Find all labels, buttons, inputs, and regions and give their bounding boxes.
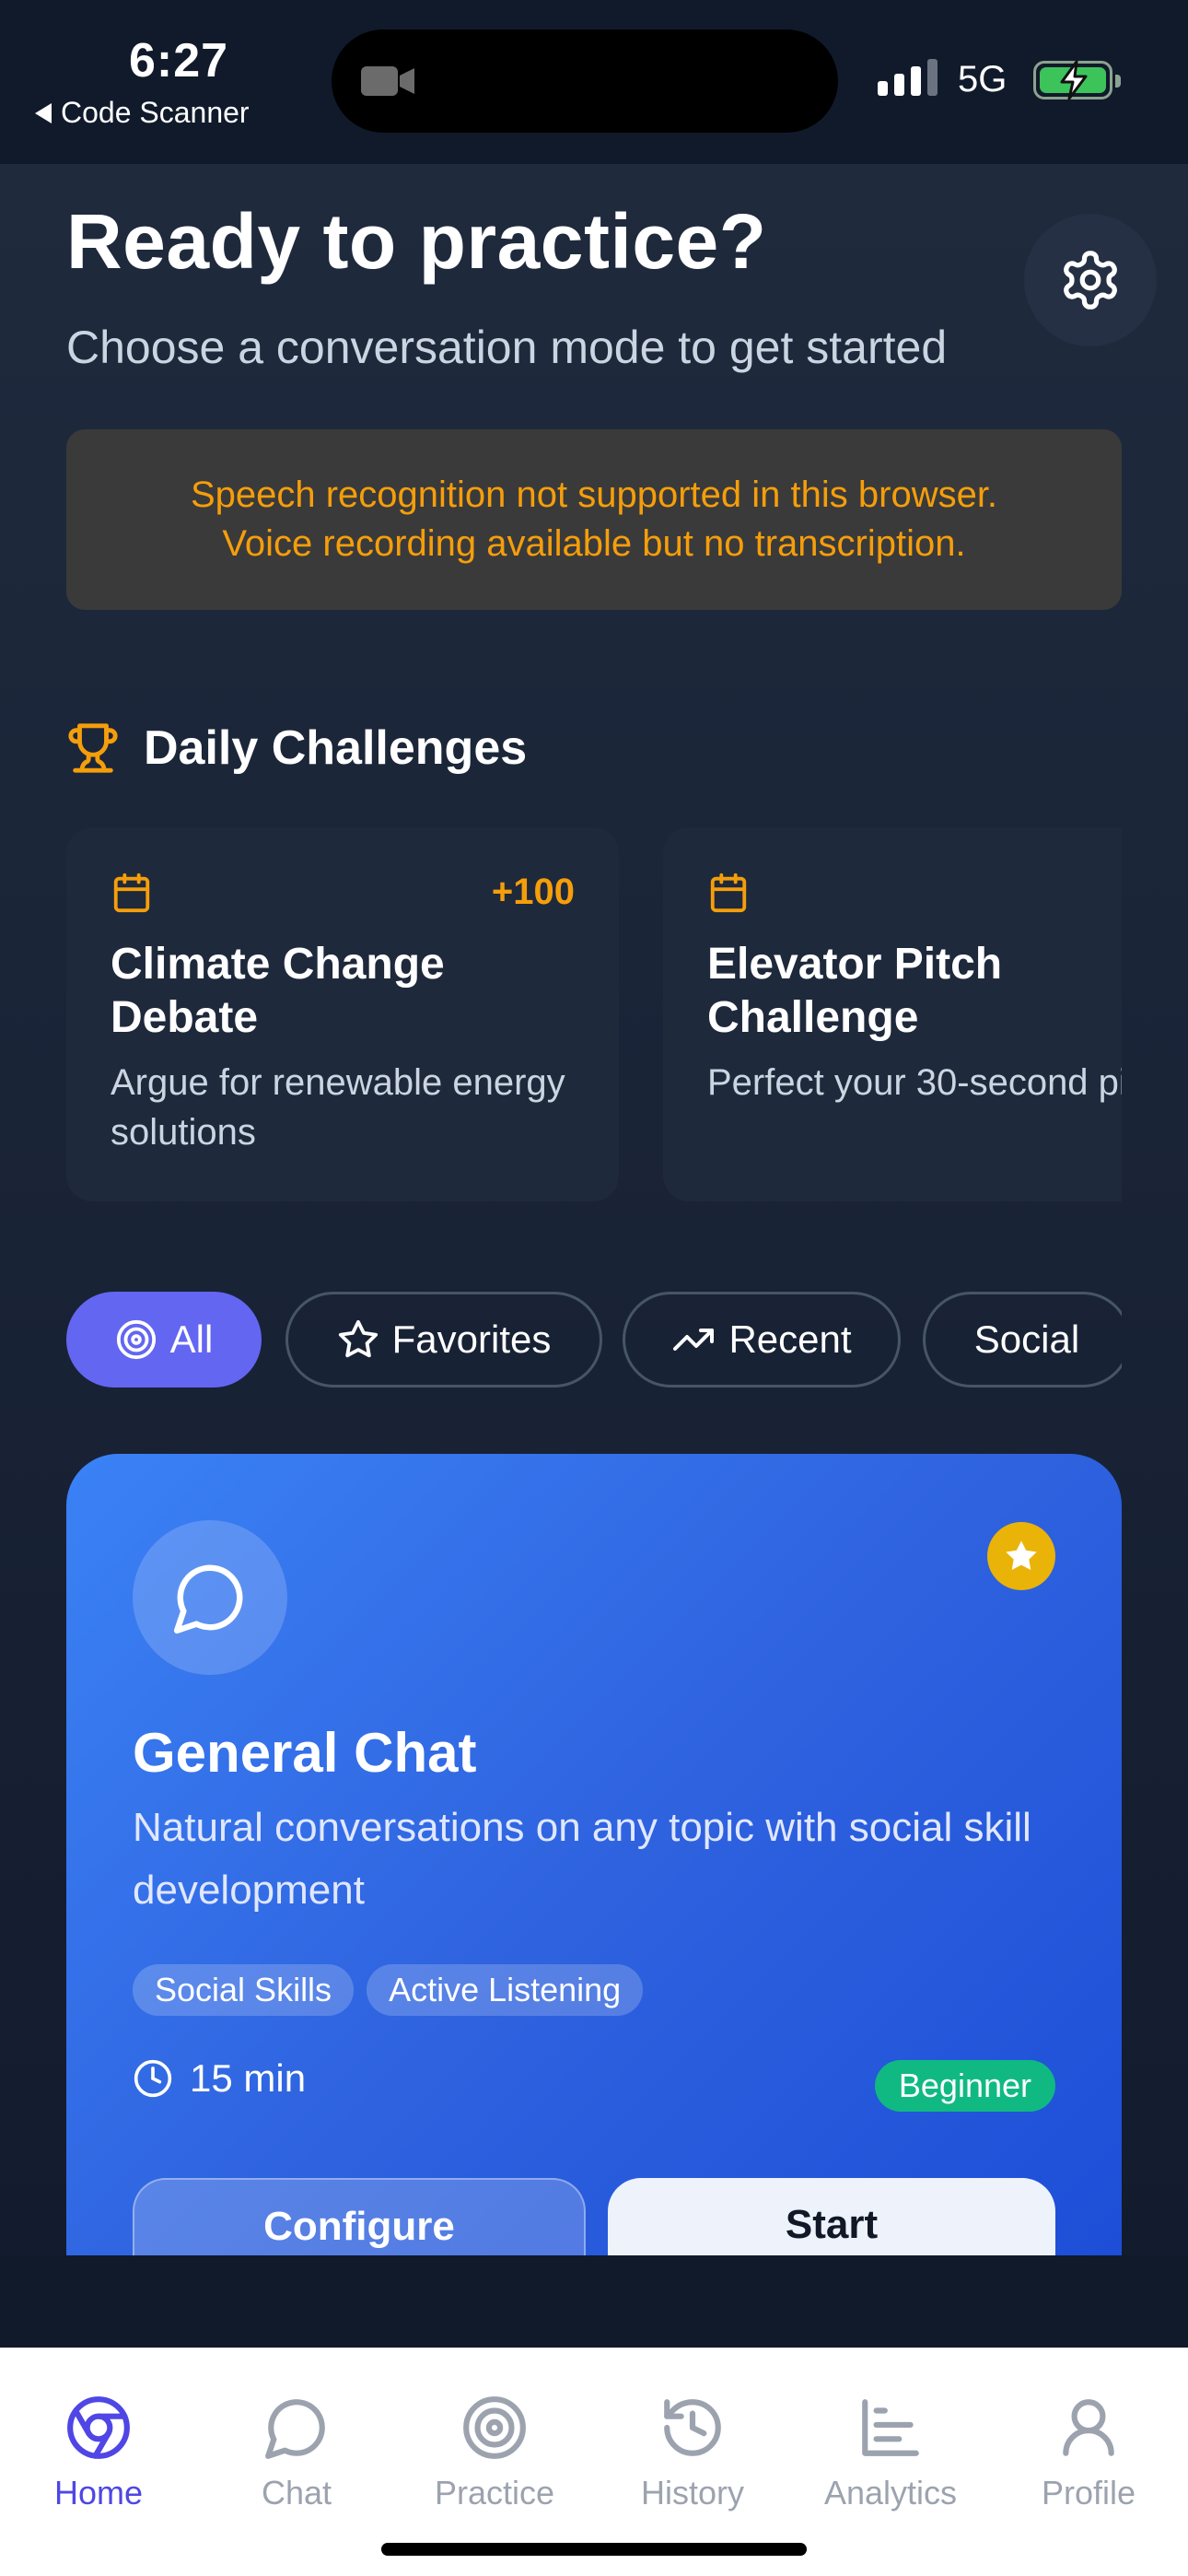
back-to-app-link[interactable]: Code Scanner [35, 96, 250, 130]
dynamic-island [332, 29, 838, 133]
duration-label: 15 min [190, 2056, 307, 2100]
daily-challenges-title: Daily Challenges [144, 721, 528, 775]
trophy-icon [68, 723, 118, 773]
start-button[interactable]: Start [608, 2178, 1055, 2255]
user-icon [1063, 2399, 1114, 2456]
challenge-description: Perfect your 30-second pitch [707, 1062, 1122, 1103]
back-arrow-icon [35, 102, 52, 123]
filter-recent[interactable]: Recent [623, 1292, 901, 1388]
filter-label: Social [973, 1317, 1080, 1361]
mode-title: General Chat [133, 1722, 477, 1784]
chat-bubble-icon [173, 1564, 243, 1634]
filter-favorites[interactable]: Favorites [285, 1292, 602, 1388]
status-time: 6:27 [129, 34, 229, 88]
speech-warning-banner: Speech recognition not supported in this… [66, 429, 1122, 610]
page-subtitle: Choose a conversation mode to get starte… [66, 322, 948, 373]
tab-label: Analytics [823, 2474, 958, 2512]
tab-label: Chat [261, 2474, 332, 2512]
chat-bubble-icon [265, 2399, 325, 2459]
challenge-title: Elevator Pitch Challenge [707, 940, 1003, 1042]
mode-duration: 15 min [133, 2056, 306, 2101]
challenge-points: +100 [491, 872, 575, 912]
trending-up-icon [673, 1329, 715, 1351]
warning-line-2: Voice recording available but no transcr… [222, 523, 966, 564]
warning-line-1: Speech recognition not supported in this… [190, 474, 998, 515]
target-icon [116, 1319, 156, 1360]
challenges-carousel[interactable]: +100 Climate Change Debate Argue for ren… [66, 827, 1122, 1205]
chrome-icon [67, 2396, 130, 2459]
daily-challenges-heading: Daily Challenges [66, 720, 527, 776]
clock-icon [134, 2059, 172, 2098]
tab-home[interactable]: Home [6, 2391, 191, 2512]
challenge-card[interactable]: +100 Climate Change Debate Argue for ren… [66, 827, 619, 1201]
tab-analytics[interactable]: Analytics [798, 2391, 983, 2512]
target-icon [463, 2396, 526, 2459]
calendar-icon [710, 872, 747, 913]
mode-filter-bar[interactable]: All Favorites Recent Social [66, 1292, 1122, 1389]
tab-label: History [640, 2474, 744, 2512]
home-indicator [381, 2543, 807, 2556]
challenge-card[interactable]: + Elevator Pitch Challenge Perfect your … [663, 827, 1122, 1201]
calendar-icon [113, 872, 150, 913]
filter-label: Favorites [391, 1317, 552, 1361]
tab-profile[interactable]: Profile [996, 2391, 1181, 2512]
level-badge: Beginner [874, 2060, 1055, 2112]
content-bottom-band [0, 2255, 1188, 2348]
video-camera-icon [361, 66, 414, 96]
mode-tags: Social Skills Active Listening [133, 1964, 644, 2016]
gear-icon [1064, 251, 1117, 310]
page-title: Ready to practice? [66, 198, 767, 285]
charging-bolt-icon [1060, 60, 1088, 100]
challenge-title: Climate Change Debate [111, 940, 445, 1042]
star-icon [1006, 1540, 1037, 1571]
configure-button[interactable]: Configure [133, 2178, 586, 2255]
settings-button[interactable] [1024, 214, 1157, 346]
signal-icon [878, 59, 938, 96]
favorite-toggle[interactable] [987, 1522, 1055, 1590]
battery-icon [1033, 60, 1121, 100]
bar-chart-icon [862, 2399, 919, 2456]
tab-label: Practice [434, 2474, 555, 2512]
mode-description: Natural conversations on any topic with … [133, 1805, 1031, 1913]
star-icon [338, 1319, 378, 1358]
back-app-label: Code Scanner [61, 96, 250, 129]
filter-social[interactable]: Social [923, 1292, 1122, 1388]
mode-icon-badge [133, 1520, 287, 1675]
tab-label: Home [53, 2474, 144, 2512]
filter-label: Recent [728, 1317, 852, 1361]
status-bar: 6:27 Code Scanner 5G [0, 0, 1188, 164]
history-icon [664, 2399, 721, 2456]
tab-practice[interactable]: Practice [402, 2391, 587, 2512]
network-type: 5G [958, 59, 1007, 100]
tab-history[interactable]: History [600, 2391, 785, 2512]
bottom-tab-bar: Home Chat Practice History Analytics Pro… [0, 2348, 1188, 2576]
mode-card-general-chat[interactable]: General Chat Natural conversations on an… [66, 1454, 1122, 2255]
challenge-description: Argue for renewable energy solutions [111, 1062, 565, 1153]
mode-tag: Social Skills [133, 1964, 355, 2016]
filter-all[interactable]: All [66, 1292, 262, 1388]
tab-label: Profile [1041, 2474, 1136, 2512]
mode-tag: Active Listening [367, 1964, 644, 2016]
filter-label: All [169, 1317, 214, 1361]
tab-chat[interactable]: Chat [204, 2391, 389, 2512]
